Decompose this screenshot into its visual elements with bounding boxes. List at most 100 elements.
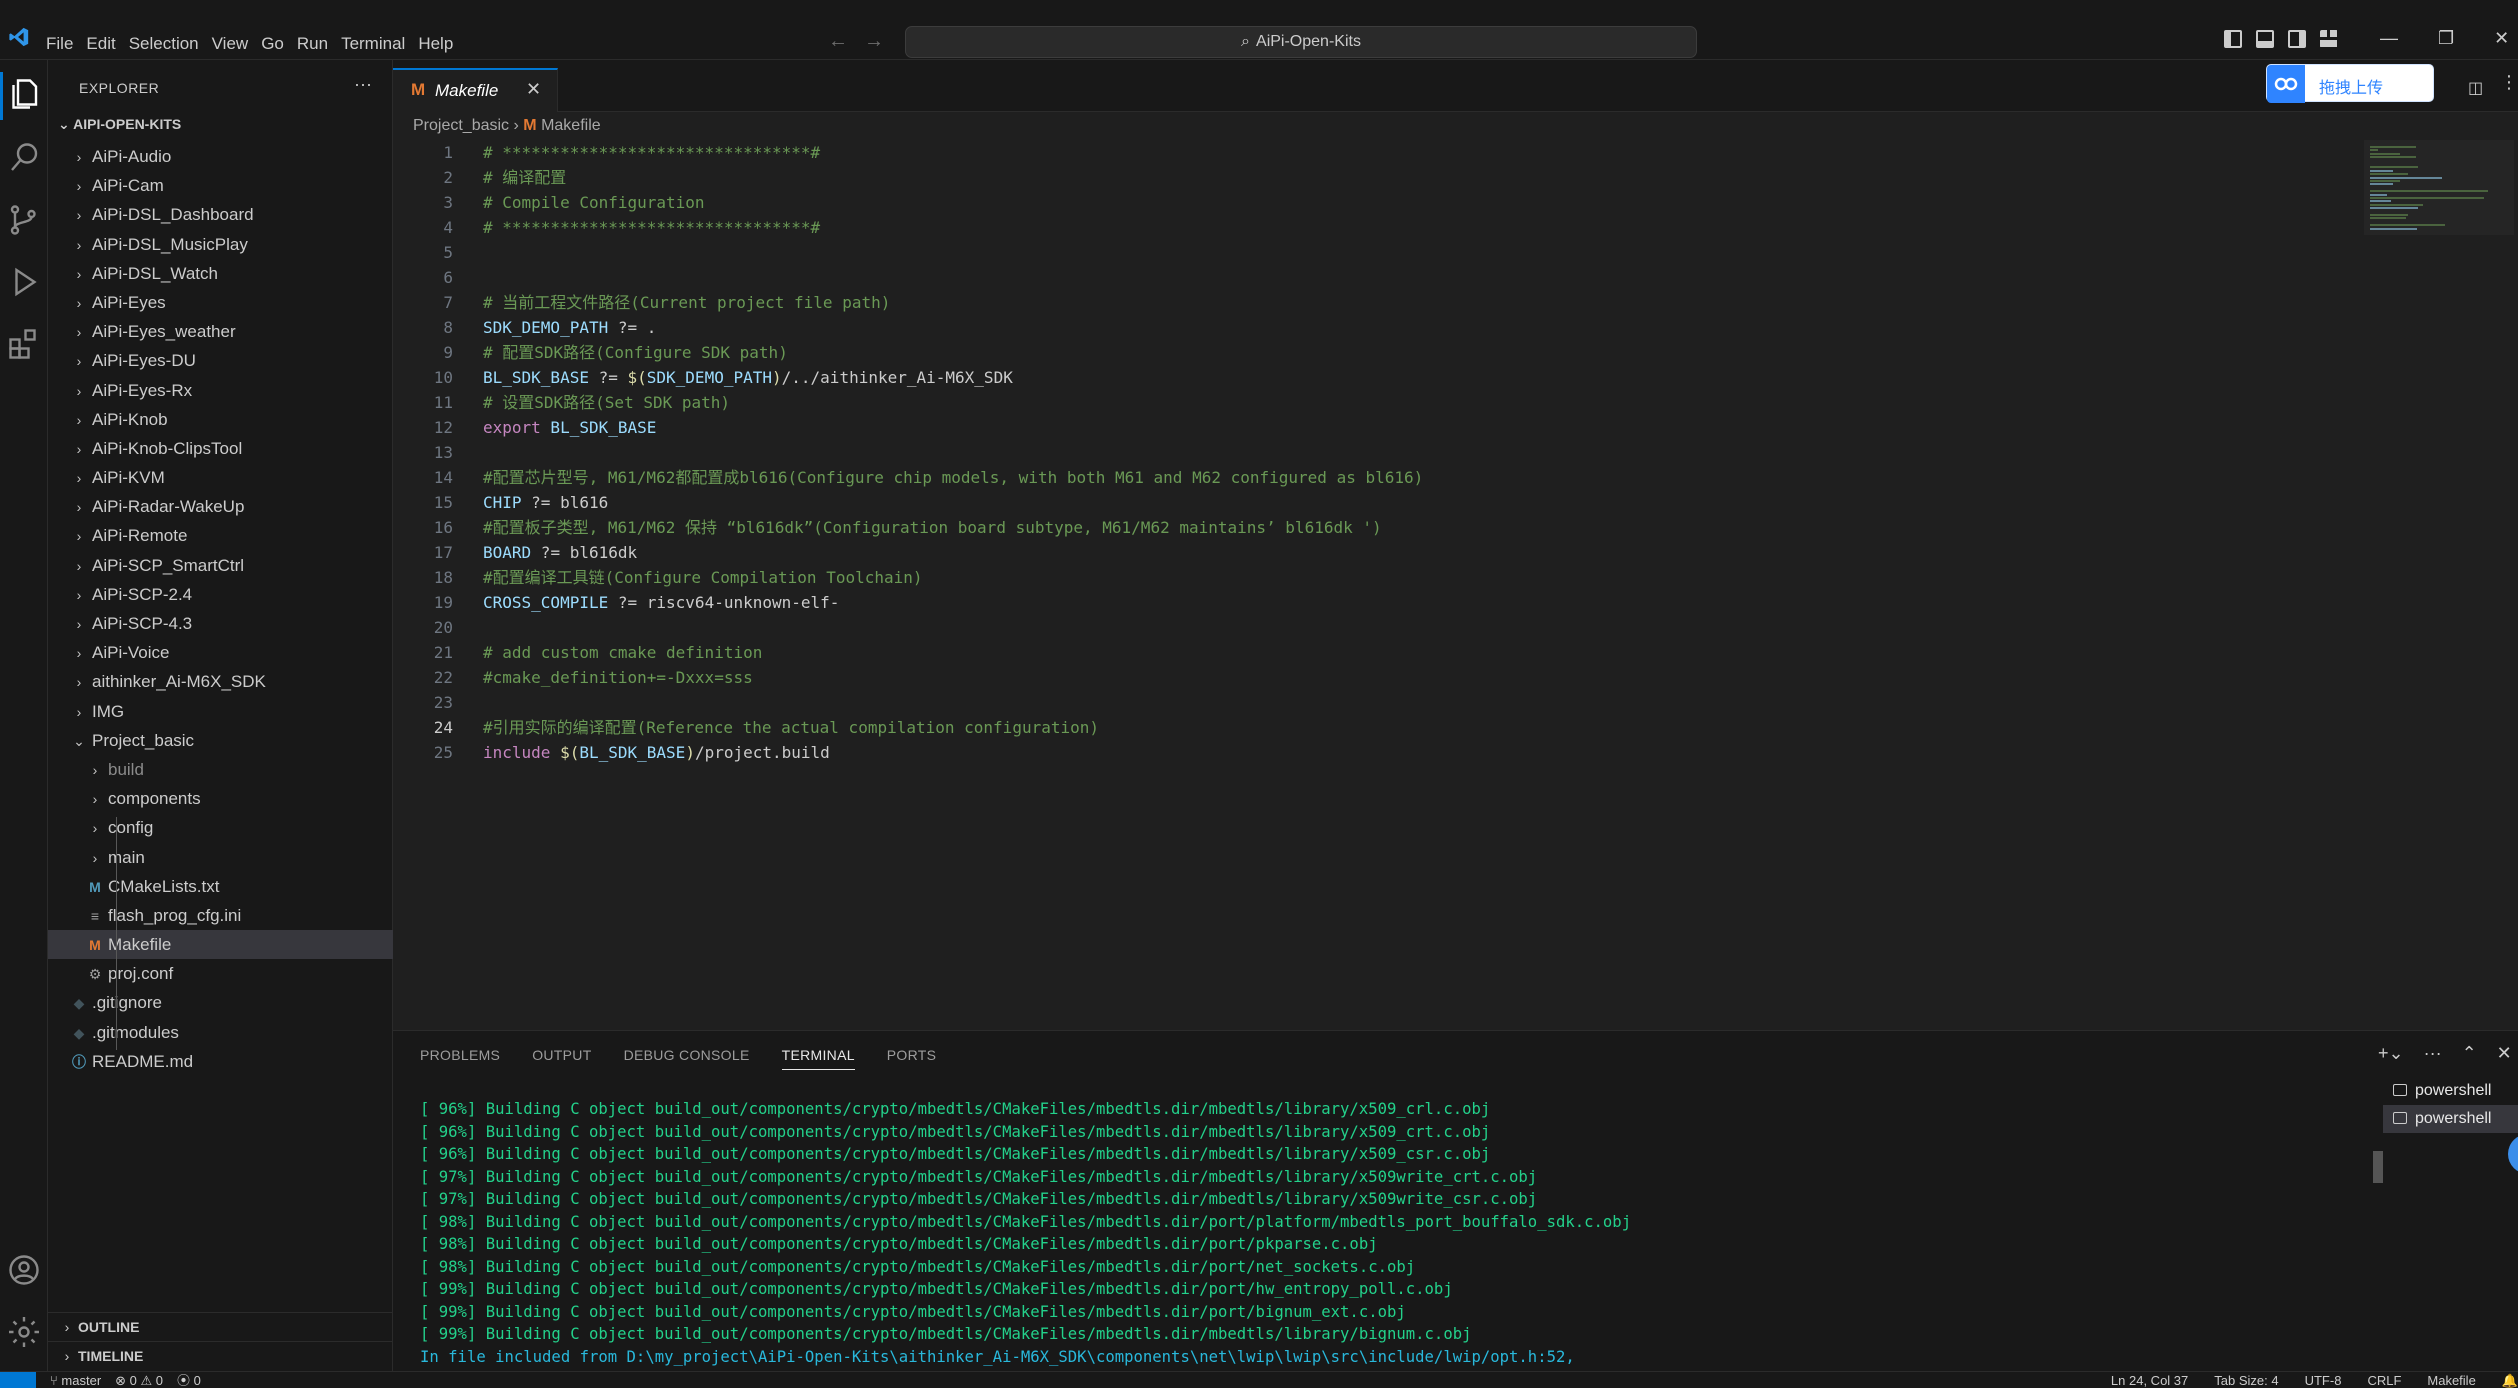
tab-ports[interactable]: PORTS bbox=[887, 1047, 936, 1070]
more-actions-icon[interactable]: ··· bbox=[354, 74, 372, 95]
tree-folder[interactable]: › AiPi-Radar-WakeUp bbox=[48, 492, 393, 521]
terminal-item[interactable]: powershell bbox=[2383, 1077, 2518, 1105]
tree-folder[interactable]: › AiPi-Eyes_weather bbox=[48, 317, 393, 346]
toggle-secondary-sidebar-icon[interactable] bbox=[2288, 30, 2306, 48]
code-line[interactable]: CHIP ?= bl616 bbox=[483, 490, 2383, 515]
line-ending[interactable]: CRLF bbox=[2367, 1372, 2401, 1388]
toggle-sidebar-icon[interactable] bbox=[2224, 30, 2242, 48]
code-line[interactable]: # ********************************# bbox=[483, 140, 2383, 165]
code-line[interactable]: # ********************************# bbox=[483, 215, 2383, 240]
code-line[interactable]: # 当前工程文件路径(Current project file path) bbox=[483, 290, 2383, 315]
code-line[interactable]: BOARD ?= bl616dk bbox=[483, 540, 2383, 565]
code-line[interactable] bbox=[483, 690, 2383, 715]
code-content[interactable]: # ********************************# # 编译配… bbox=[483, 140, 2383, 765]
code-line[interactable] bbox=[483, 440, 2383, 465]
code-line[interactable]: # 设置SDK路径(Set SDK path) bbox=[483, 390, 2383, 415]
code-line[interactable]: #引用实际的编译配置(Reference the actual compilat… bbox=[483, 715, 2383, 740]
code-line[interactable]: CROSS_COMPILE ?= riscv64-unknown-elf- bbox=[483, 590, 2383, 615]
code-line[interactable] bbox=[483, 615, 2383, 640]
tree-folder[interactable]: › AiPi-Remote bbox=[48, 521, 393, 550]
code-line[interactable]: # 编译配置 bbox=[483, 165, 2383, 190]
tree-folder[interactable]: › AiPi-Eyes-DU bbox=[48, 346, 393, 375]
code-line[interactable]: SDK_DEMO_PATH ?= . bbox=[483, 315, 2383, 340]
code-line[interactable]: # 配置SDK路径(Configure SDK path) bbox=[483, 340, 2383, 365]
tree-folder[interactable]: › AiPi-Eyes-Rx bbox=[48, 376, 393, 405]
tree-folder[interactable]: › aithinker_Ai-M6X_SDK bbox=[48, 667, 393, 696]
tree-folder[interactable]: › config bbox=[48, 813, 393, 842]
tree-file[interactable]: ⚙ proj.conf bbox=[48, 959, 393, 988]
split-editor-icon[interactable]: ◫ bbox=[2468, 78, 2483, 98]
menu-edit[interactable]: Edit bbox=[86, 30, 128, 54]
tree-folder[interactable]: › components bbox=[48, 784, 393, 813]
account-icon[interactable] bbox=[6, 1252, 42, 1288]
close-tab-icon[interactable]: ✕ bbox=[526, 79, 541, 100]
restore-icon[interactable]: ❐ bbox=[2438, 28, 2454, 49]
tree-folder[interactable]: › AiPi-DSL_MusicPlay bbox=[48, 230, 393, 259]
tree-folder[interactable]: › AiPi-Audio bbox=[48, 142, 393, 171]
explorer-icon[interactable] bbox=[6, 76, 42, 112]
settings-gear-icon[interactable] bbox=[6, 1314, 42, 1350]
forward-arrow-icon[interactable]: → bbox=[864, 30, 884, 53]
ports-indicator[interactable]: ⦿ 0 bbox=[177, 1372, 201, 1388]
code-line[interactable]: # add custom cmake definition bbox=[483, 640, 2383, 665]
customize-layout-icon[interactable] bbox=[2320, 30, 2338, 48]
cursor-position[interactable]: Ln 24, Col 37 bbox=[2111, 1372, 2188, 1388]
maximize-panel-icon[interactable]: ⌃ bbox=[2462, 1043, 2477, 1064]
menu-run[interactable]: Run bbox=[297, 30, 341, 54]
extensions-icon[interactable] bbox=[6, 326, 42, 362]
tree-file[interactable]: ⓘ README.md bbox=[48, 1047, 393, 1076]
command-center[interactable]: ⌕ AiPi-Open-Kits bbox=[905, 26, 1697, 58]
menu-file[interactable]: File bbox=[46, 30, 86, 54]
encoding[interactable]: UTF-8 bbox=[2305, 1372, 2342, 1388]
minimize-icon[interactable]: — bbox=[2380, 28, 2398, 49]
close-window-icon[interactable]: ✕ bbox=[2494, 28, 2509, 49]
close-panel-icon[interactable]: ✕ bbox=[2497, 1043, 2512, 1064]
tree-folder[interactable]: › AiPi-SCP-2.4 bbox=[48, 580, 393, 609]
minimap[interactable] bbox=[2364, 140, 2514, 235]
tree-folder[interactable]: › AiPi-Knob-ClipsTool bbox=[48, 434, 393, 463]
tree-file[interactable]: ≡ flash_prog_cfg.ini bbox=[48, 901, 393, 930]
tree-folder[interactable]: › AiPi-Voice bbox=[48, 638, 393, 667]
tab-debug-console[interactable]: DEBUG CONSOLE bbox=[624, 1047, 750, 1070]
tree-folder[interactable]: › AiPi-KVM bbox=[48, 463, 393, 492]
outline-section[interactable]: › OUTLINE bbox=[48, 1312, 393, 1341]
tab-makefile[interactable]: M Makefile ✕ bbox=[393, 68, 558, 112]
code-line[interactable] bbox=[483, 240, 2383, 265]
code-line[interactable]: #配置编译工具链(Configure Compilation Toolchain… bbox=[483, 565, 2383, 590]
editor-more-icon[interactable]: ⋮ bbox=[2500, 72, 2518, 93]
code-line[interactable]: #cmake_definition+=-Dxxx=sss bbox=[483, 665, 2383, 690]
tree-file[interactable]: M Makefile bbox=[48, 930, 393, 960]
breadcrumb-file[interactable]: Makefile bbox=[541, 117, 601, 134]
code-line[interactable]: # Compile Configuration bbox=[483, 190, 2383, 215]
terminal-item[interactable]: powershell bbox=[2383, 1105, 2518, 1133]
language-mode[interactable]: Makefile bbox=[2427, 1372, 2475, 1388]
tree-folder[interactable]: › AiPi-Eyes bbox=[48, 288, 393, 317]
tab-output[interactable]: OUTPUT bbox=[532, 1047, 591, 1070]
notifications-icon[interactable]: 🔔 bbox=[2502, 1372, 2518, 1388]
code-line[interactable]: #配置芯片型号, M61/M62都配置成bl616(Configure chip… bbox=[483, 465, 2383, 490]
new-terminal-icon[interactable]: +⌄ bbox=[2378, 1043, 2404, 1064]
tab-terminal[interactable]: TERMINAL bbox=[781, 1047, 855, 1070]
terminal-scrollbar[interactable] bbox=[2373, 1151, 2383, 1183]
breadcrumb-folder[interactable]: Project_basic bbox=[413, 117, 509, 134]
menu-view[interactable]: View bbox=[212, 30, 262, 54]
menu-go[interactable]: Go bbox=[261, 30, 297, 54]
back-arrow-icon[interactable]: ← bbox=[828, 30, 848, 53]
tree-file[interactable]: ◆ .gitignore bbox=[48, 988, 393, 1017]
code-editor[interactable]: 1 2 3 4 5 6 7 8 9 10 11 12 13 14 15 16 17 18 19 20 21 22 23 24 2… bbox=[393, 140, 2518, 1030]
menu-terminal[interactable]: Terminal bbox=[341, 30, 418, 54]
tree-folder[interactable]: › AiPi-DSL_Watch bbox=[48, 259, 393, 288]
code-line[interactable] bbox=[483, 265, 2383, 290]
toggle-panel-icon[interactable] bbox=[2256, 30, 2274, 48]
tab-problems[interactable]: PROBLEMS bbox=[420, 1047, 500, 1070]
git-branch[interactable]: ⑂ master bbox=[50, 1372, 101, 1388]
tree-file[interactable]: ◆ .gitmodules bbox=[48, 1018, 393, 1047]
tree-folder[interactable]: › build bbox=[48, 755, 393, 784]
tree-folder[interactable]: › main bbox=[48, 843, 393, 872]
tree-folder[interactable]: › AiPi-DSL_Dashboard bbox=[48, 200, 393, 229]
problems-indicator[interactable]: ⊗ 0 ⚠ 0 bbox=[115, 1372, 163, 1388]
menu-help[interactable]: Help bbox=[418, 30, 466, 54]
source-control-icon[interactable] bbox=[6, 202, 42, 238]
tree-folder[interactable]: › AiPi-SCP_SmartCtrl bbox=[48, 551, 393, 580]
menu-selection[interactable]: Selection bbox=[129, 30, 212, 54]
